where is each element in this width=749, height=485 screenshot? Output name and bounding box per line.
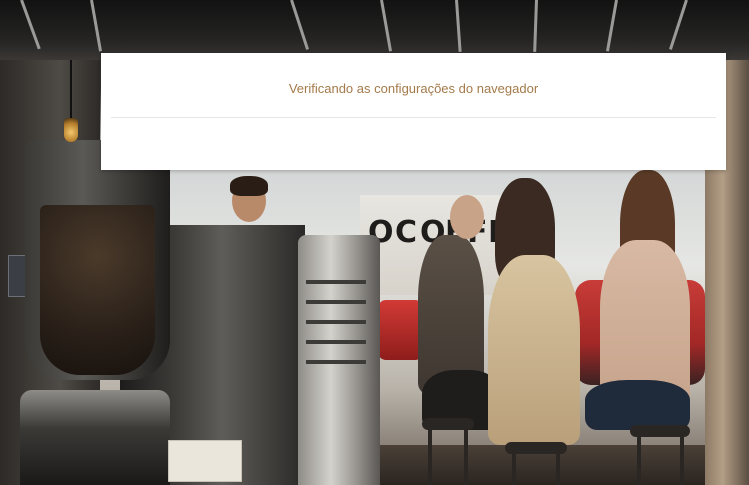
- machine-vent: [306, 340, 366, 344]
- machine-vent: [306, 320, 366, 324]
- awning: [0, 0, 749, 60]
- person-legs: [585, 380, 690, 430]
- machine-vent: [306, 280, 366, 284]
- background-car: [378, 300, 423, 360]
- dialog-divider: [111, 117, 716, 118]
- stool-leg: [464, 428, 468, 485]
- screen: O C O F F E: [0, 0, 749, 485]
- sign-letter: C: [395, 215, 418, 250]
- machine-vent: [306, 300, 366, 304]
- dialog-title: Verificando as configurações do navegado…: [288, 81, 539, 96]
- coffee-beans-hopper: [40, 205, 155, 375]
- stool-leg: [637, 435, 641, 485]
- pendant-lamp-cord: [70, 60, 72, 118]
- person-hair: [230, 176, 268, 196]
- browser-check-dialog: Verificando as configurações do navegado…: [101, 53, 726, 170]
- person-head: [450, 195, 484, 239]
- machine-vent: [306, 360, 366, 364]
- pendant-lamp: [64, 118, 78, 142]
- stool-leg: [428, 428, 432, 485]
- counter-label-card: [168, 440, 242, 482]
- stool-leg: [512, 452, 516, 485]
- coffee-grinder-base: [20, 390, 170, 485]
- person-woman-fur-vest: [488, 255, 580, 445]
- stool-leg: [680, 435, 684, 485]
- stool-leg: [556, 452, 560, 485]
